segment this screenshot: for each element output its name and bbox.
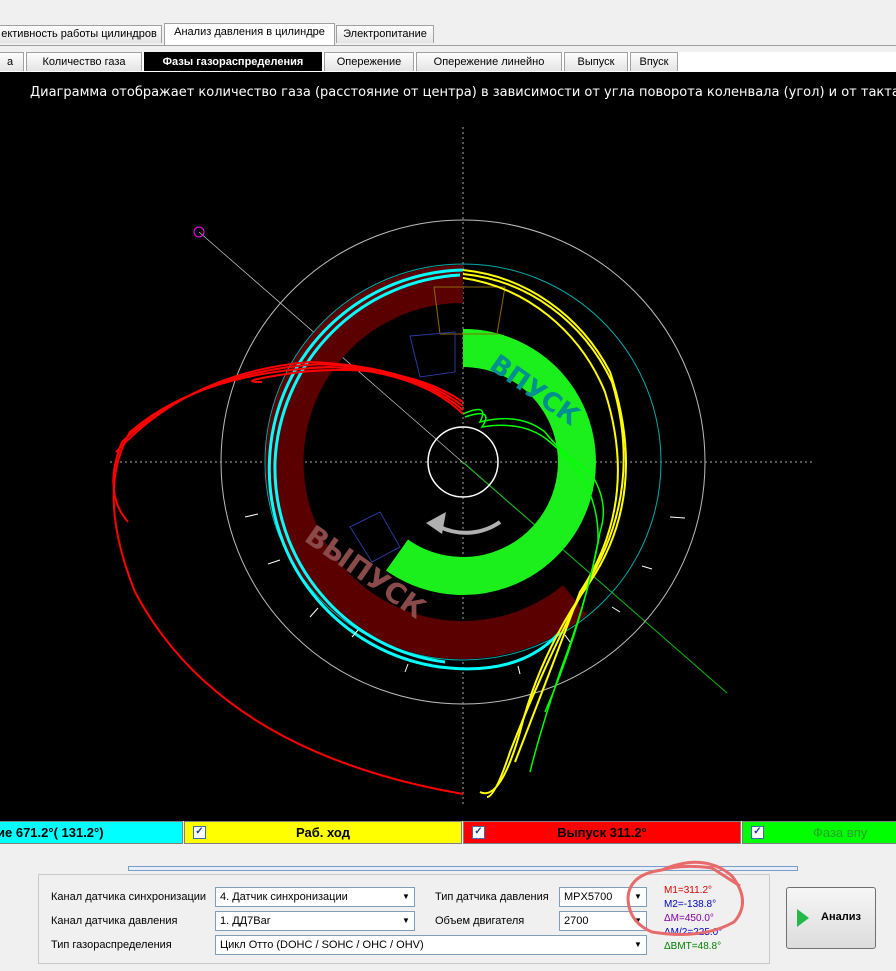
legend-intake-label: Фаза впу: [813, 825, 868, 840]
timing-type-value: Цикл Отто (DOHC / SOHC / OHC / OHV): [220, 939, 424, 951]
intake-open-box: [409, 331, 456, 378]
sync-channel-value: 4. Датчик синхронизации: [220, 891, 348, 903]
analyze-button-label: Анализ: [821, 911, 861, 923]
tab-cylinder-pressure[interactable]: Анализ давления в цилиндре: [164, 23, 335, 45]
tab-cylinder-efficiency[interactable]: ективность работы цилиндров: [0, 25, 162, 43]
settings-panel: Канал датчика синхронизации 4. Датчик си…: [0, 844, 896, 971]
engine-volume-label: Объем двигателя: [435, 915, 525, 927]
pressure-sensor-label: Тип датчика давления: [435, 891, 549, 903]
pressure-channel-label: Канал датчика давления: [51, 915, 178, 927]
chevron-down-icon: ▼: [402, 916, 410, 925]
legend-exhaust[interactable]: ✓ Выпуск 311.2°: [463, 821, 741, 844]
legend-exhaust-label: Выпуск 311.2°: [557, 825, 647, 840]
chevron-down-icon: ▼: [402, 892, 410, 901]
chart-description: Диаграмма отображает количество газа (ра…: [30, 85, 896, 100]
rotation-arrow-head: [426, 512, 446, 534]
chevron-down-icon: ▼: [634, 940, 642, 949]
legend-power-label: Раб. ход: [296, 825, 350, 840]
tab-advance[interactable]: Опережение: [324, 52, 414, 71]
analyze-button[interactable]: Анализ: [786, 887, 876, 949]
legend-intake[interactable]: ✓ Фаза впу: [742, 821, 896, 844]
marker-delta-bmt: ΔВМТ=48.8°: [664, 941, 722, 952]
timing-type-select[interactable]: Цикл Отто (DOHC / SOHC / OHC / OHV) ▼: [215, 935, 647, 955]
legend-compression[interactable]: ие 671.2°( 131.2°): [0, 821, 183, 844]
tab-advance-linear[interactable]: Опережение линейно: [416, 52, 562, 71]
play-icon: [797, 909, 809, 927]
legend-power[interactable]: ✓ Раб. ход: [184, 821, 462, 844]
legend-intake-checkbox[interactable]: ✓: [751, 826, 764, 839]
valve-timing-chart[interactable]: Диаграмма отображает количество газа (ра…: [0, 72, 896, 821]
tab-valve-timing[interactable]: Фазы газораспределения: [144, 52, 322, 71]
pressure-channel-select[interactable]: 1. ДД7Bar ▼: [215, 911, 415, 931]
annotation-circle: [626, 860, 744, 936]
pressure-sensor-value: MPX5700: [564, 891, 613, 903]
sync-channel-label: Канал датчика синхронизации: [51, 891, 207, 903]
pressure-channel-value: 1. ДД7Bar: [220, 915, 271, 927]
tab-gas-amount[interactable]: Количество газа: [26, 52, 142, 71]
engine-volume-value: 2700: [564, 915, 589, 927]
tab-previous[interactable]: а: [0, 52, 24, 71]
tab-power-supply[interactable]: Электропитание: [336, 25, 434, 43]
tab-intake[interactable]: Впуск: [630, 52, 678, 71]
tab-exhaust[interactable]: Выпуск: [564, 52, 628, 71]
legend-compression-label: ие 671.2°( 131.2°): [0, 825, 104, 840]
rotation-direction-arrow: [439, 520, 502, 535]
polar-diagram: Диаграмма отображает количество газа (ра…: [30, 85, 896, 807]
timing-type-label: Тип газораспределения: [51, 939, 172, 951]
sync-channel-select[interactable]: 4. Датчик синхронизации ▼: [215, 887, 415, 907]
